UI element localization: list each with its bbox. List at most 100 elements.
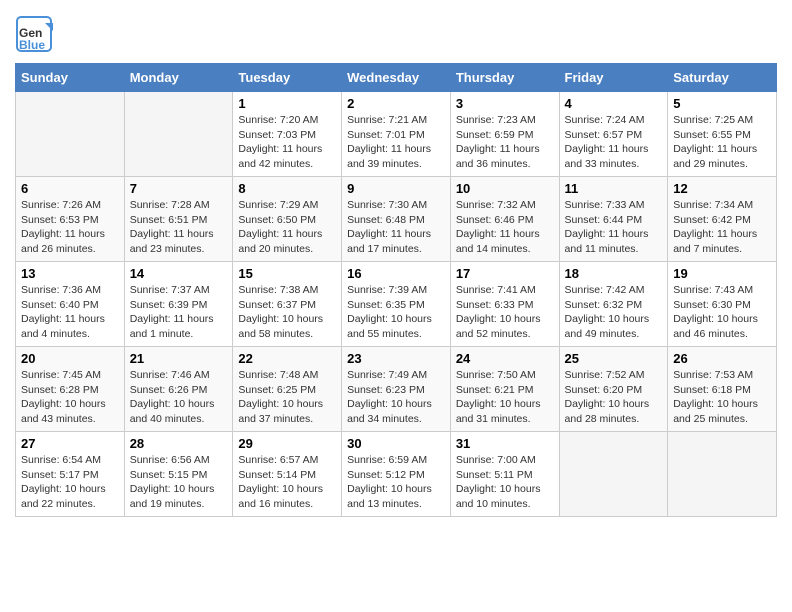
calendar-cell: 4 Sunrise: 7:24 AMSunset: 6:57 PMDaylight… <box>559 92 668 177</box>
calendar-cell: 23 Sunrise: 7:49 AMSunset: 6:23 PMDayligh… <box>342 347 451 432</box>
calendar-cell: 8 Sunrise: 7:29 AMSunset: 6:50 PMDaylight… <box>233 177 342 262</box>
calendar-cell <box>16 92 125 177</box>
day-info: Sunrise: 7:25 AMSunset: 6:55 PMDaylight:… <box>673 113 771 172</box>
day-number: 1 <box>238 96 336 111</box>
calendar-cell: 9 Sunrise: 7:30 AMSunset: 6:48 PMDaylight… <box>342 177 451 262</box>
day-number: 28 <box>130 436 228 451</box>
day-info: Sunrise: 7:36 AMSunset: 6:40 PMDaylight:… <box>21 283 119 342</box>
logo: Gen Blue <box>15 15 57 53</box>
day-number: 8 <box>238 181 336 196</box>
day-info: Sunrise: 6:57 AMSunset: 5:14 PMDaylight:… <box>238 453 336 512</box>
day-number: 24 <box>456 351 554 366</box>
calendar-cell: 18Sunrise: 7:42 AMSunset: 6:32 PMDayligh… <box>559 262 668 347</box>
day-number: 17 <box>456 266 554 281</box>
day-info: Sunrise: 7:23 AMSunset: 6:59 PMDaylight:… <box>456 113 554 172</box>
day-info: Sunrise: 7:43 AMSunset: 6:30 PMDaylight:… <box>673 283 771 342</box>
day-number: 15 <box>238 266 336 281</box>
day-info: Sunrise: 6:54 AMSunset: 5:17 PMDaylight:… <box>21 453 119 512</box>
day-info: Sunrise: 7:26 AMSunset: 6:53 PMDaylight:… <box>21 198 119 257</box>
calendar-cell: 6 Sunrise: 7:26 AMSunset: 6:53 PMDaylight… <box>16 177 125 262</box>
day-number: 23 <box>347 351 445 366</box>
day-info: Sunrise: 7:30 AMSunset: 6:48 PMDaylight:… <box>347 198 445 257</box>
calendar-cell: 31Sunrise: 7:00 AMSunset: 5:11 PMDayligh… <box>450 432 559 517</box>
day-number: 20 <box>21 351 119 366</box>
calendar-week-row: 6 Sunrise: 7:26 AMSunset: 6:53 PMDaylight… <box>16 177 777 262</box>
calendar-week-row: 27 Sunrise: 6:54 AMSunset: 5:17 PMDayligh… <box>16 432 777 517</box>
calendar-cell: 2 Sunrise: 7:21 AMSunset: 7:01 PMDaylight… <box>342 92 451 177</box>
calendar-cell: 14 Sunrise: 7:37 AMSunset: 6:39 PMDayligh… <box>124 262 233 347</box>
day-info: Sunrise: 7:34 AMSunset: 6:42 PMDaylight:… <box>673 198 771 257</box>
day-number: 7 <box>130 181 228 196</box>
day-info: Sunrise: 7:46 AMSunset: 6:26 PMDaylight:… <box>130 368 228 427</box>
calendar-cell: 5 Sunrise: 7:25 AMSunset: 6:55 PMDaylight… <box>668 92 777 177</box>
day-info: Sunrise: 7:28 AMSunset: 6:51 PMDaylight:… <box>130 198 228 257</box>
calendar-table: SundayMondayTuesdayWednesdayThursdayFrid… <box>15 63 777 517</box>
day-header-saturday: Saturday <box>668 64 777 92</box>
calendar-cell <box>559 432 668 517</box>
day-info: Sunrise: 7:21 AMSunset: 7:01 PMDaylight:… <box>347 113 445 172</box>
calendar-cell: 19 Sunrise: 7:43 AMSunset: 6:30 PMDayligh… <box>668 262 777 347</box>
calendar-cell: 26 Sunrise: 7:53 AMSunset: 6:18 PMDayligh… <box>668 347 777 432</box>
calendar-cell: 22Sunrise: 7:48 AMSunset: 6:25 PMDayligh… <box>233 347 342 432</box>
calendar-cell: 7 Sunrise: 7:28 AMSunset: 6:51 PMDaylight… <box>124 177 233 262</box>
calendar-cell: 20 Sunrise: 7:45 AMSunset: 6:28 PMDayligh… <box>16 347 125 432</box>
day-header-monday: Monday <box>124 64 233 92</box>
calendar-cell: 29 Sunrise: 6:57 AMSunset: 5:14 PMDayligh… <box>233 432 342 517</box>
calendar-cell <box>124 92 233 177</box>
day-info: Sunrise: 7:24 AMSunset: 6:57 PMDaylight:… <box>565 113 663 172</box>
day-info: Sunrise: 7:42 AMSunset: 6:32 PMDaylight:… <box>565 283 663 342</box>
day-info: Sunrise: 6:59 AMSunset: 5:12 PMDaylight:… <box>347 453 445 512</box>
calendar-header-row: SundayMondayTuesdayWednesdayThursdayFrid… <box>16 64 777 92</box>
calendar-week-row: 13 Sunrise: 7:36 AMSunset: 6:40 PMDayligh… <box>16 262 777 347</box>
day-number: 27 <box>21 436 119 451</box>
day-number: 29 <box>238 436 336 451</box>
day-info: Sunrise: 6:56 AMSunset: 5:15 PMDaylight:… <box>130 453 228 512</box>
day-number: 14 <box>130 266 228 281</box>
day-info: Sunrise: 7:37 AMSunset: 6:39 PMDaylight:… <box>130 283 228 342</box>
day-info: Sunrise: 7:20 AMSunset: 7:03 PMDaylight:… <box>238 113 336 172</box>
day-number: 25 <box>565 351 663 366</box>
day-info: Sunrise: 7:39 AMSunset: 6:35 PMDaylight:… <box>347 283 445 342</box>
day-info: Sunrise: 7:53 AMSunset: 6:18 PMDaylight:… <box>673 368 771 427</box>
calendar-cell: 28 Sunrise: 6:56 AMSunset: 5:15 PMDayligh… <box>124 432 233 517</box>
calendar-cell: 15Sunrise: 7:38 AMSunset: 6:37 PMDayligh… <box>233 262 342 347</box>
day-number: 31 <box>456 436 554 451</box>
day-number: 30 <box>347 436 445 451</box>
calendar-cell: 17Sunrise: 7:41 AMSunset: 6:33 PMDayligh… <box>450 262 559 347</box>
day-info: Sunrise: 7:49 AMSunset: 6:23 PMDaylight:… <box>347 368 445 427</box>
day-number: 4 <box>565 96 663 111</box>
day-header-tuesday: Tuesday <box>233 64 342 92</box>
day-info: Sunrise: 7:48 AMSunset: 6:25 PMDaylight:… <box>238 368 336 427</box>
day-number: 9 <box>347 181 445 196</box>
day-number: 5 <box>673 96 771 111</box>
day-info: Sunrise: 7:50 AMSunset: 6:21 PMDaylight:… <box>456 368 554 427</box>
day-number: 21 <box>130 351 228 366</box>
calendar-cell: 11Sunrise: 7:33 AMSunset: 6:44 PMDayligh… <box>559 177 668 262</box>
day-number: 19 <box>673 266 771 281</box>
calendar-cell: 25 Sunrise: 7:52 AMSunset: 6:20 PMDayligh… <box>559 347 668 432</box>
day-header-sunday: Sunday <box>16 64 125 92</box>
calendar-cell: 24 Sunrise: 7:50 AMSunset: 6:21 PMDayligh… <box>450 347 559 432</box>
day-number: 13 <box>21 266 119 281</box>
day-header-thursday: Thursday <box>450 64 559 92</box>
day-info: Sunrise: 7:29 AMSunset: 6:50 PMDaylight:… <box>238 198 336 257</box>
calendar-cell <box>668 432 777 517</box>
day-header-friday: Friday <box>559 64 668 92</box>
day-number: 2 <box>347 96 445 111</box>
day-number: 11 <box>565 181 663 196</box>
calendar-cell: 16 Sunrise: 7:39 AMSunset: 6:35 PMDayligh… <box>342 262 451 347</box>
logo-icon: Gen Blue <box>15 15 53 53</box>
day-number: 6 <box>21 181 119 196</box>
day-info: Sunrise: 7:32 AMSunset: 6:46 PMDaylight:… <box>456 198 554 257</box>
day-info: Sunrise: 7:52 AMSunset: 6:20 PMDaylight:… <box>565 368 663 427</box>
day-number: 16 <box>347 266 445 281</box>
calendar-body: 1 Sunrise: 7:20 AMSunset: 7:03 PMDaylight… <box>16 92 777 517</box>
calendar-cell: 1 Sunrise: 7:20 AMSunset: 7:03 PMDaylight… <box>233 92 342 177</box>
day-info: Sunrise: 7:45 AMSunset: 6:28 PMDaylight:… <box>21 368 119 427</box>
day-number: 10 <box>456 181 554 196</box>
calendar-cell: 27 Sunrise: 6:54 AMSunset: 5:17 PMDayligh… <box>16 432 125 517</box>
calendar-week-row: 20 Sunrise: 7:45 AMSunset: 6:28 PMDayligh… <box>16 347 777 432</box>
day-header-wednesday: Wednesday <box>342 64 451 92</box>
calendar-cell: 13 Sunrise: 7:36 AMSunset: 6:40 PMDayligh… <box>16 262 125 347</box>
day-number: 26 <box>673 351 771 366</box>
